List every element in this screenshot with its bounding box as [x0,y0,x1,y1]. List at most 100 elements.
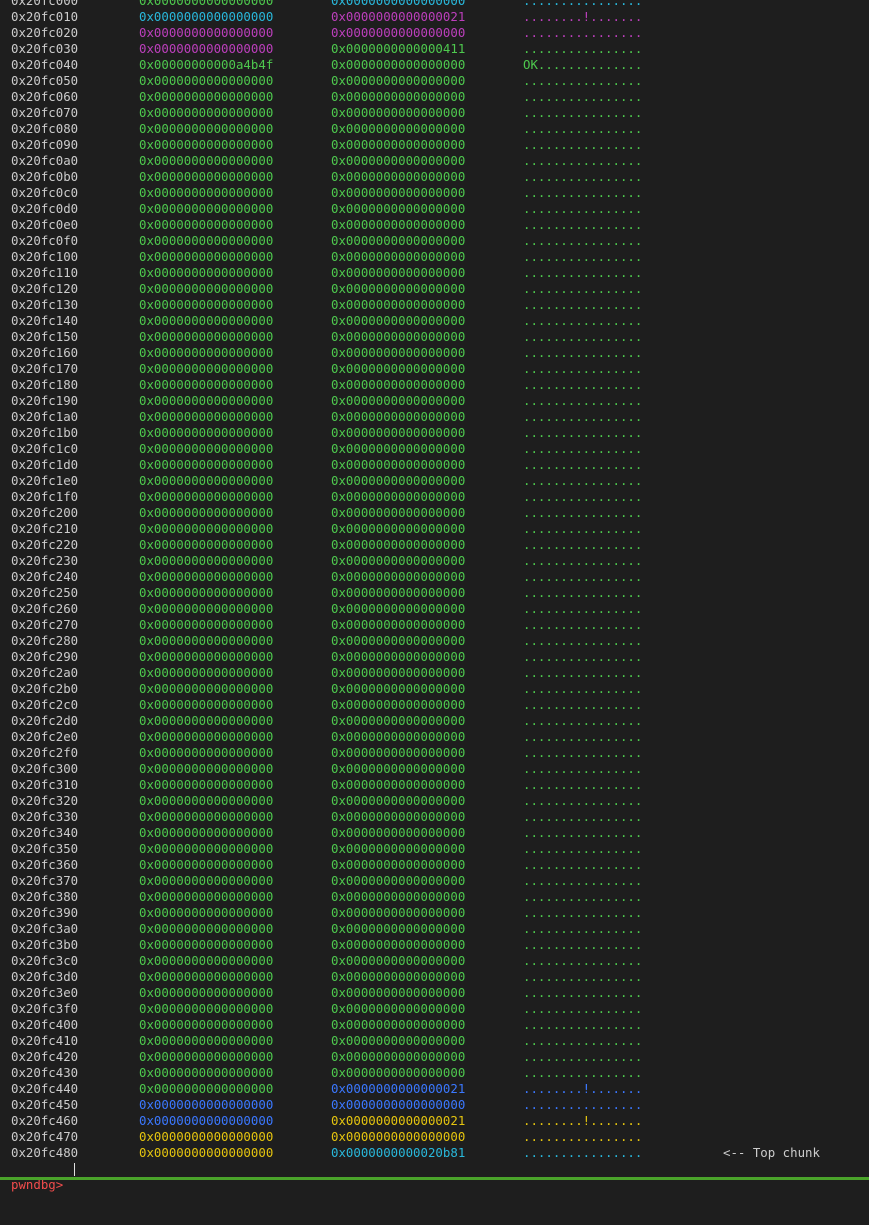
row-address: 0x20fc3b0 [11,937,79,952]
row-qword-2: 0x0000000000020b81 [331,1145,466,1160]
memory-row: 0x20fc0c0 0x0000000000000000 0x00000000000… [0,185,869,201]
row-ascii: ................ [523,1145,643,1160]
row-ascii: ................ [523,1065,643,1080]
row-ascii: ................ [523,361,643,376]
row-qword-1: 0x0000000000000000 [139,1033,274,1048]
row-qword-1: 0x0000000000000000 [139,393,274,408]
memory-row: 0x20fc0b0 0x0000000000000000 0x00000000000… [0,169,869,185]
row-address: 0x20fc030 [11,41,79,56]
row-address: 0x20fc040 [11,57,79,72]
row-qword-1: 0x0000000000000000 [139,1049,274,1064]
row-ascii: OK.............. [523,57,643,72]
row-ascii: ................ [523,345,643,360]
memory-row: 0x20fc390 0x0000000000000000 0x00000000000… [0,905,869,921]
row-qword-1: 0x0000000000000000 [139,73,274,88]
row-ascii: ................ [523,73,643,88]
row-qword-1: 0x0000000000000000 [139,9,274,24]
row-qword-2: 0x0000000000000000 [331,825,466,840]
row-address: 0x20fc390 [11,905,79,920]
memory-row: 0x20fc300 0x0000000000000000 0x00000000000… [0,761,869,777]
row-address: 0x20fc160 [11,345,79,360]
row-qword-2: 0x0000000000000000 [331,249,466,264]
row-ascii: ................ [523,393,643,408]
row-qword-2: 0x0000000000000000 [331,601,466,616]
row-ascii: ................ [523,617,643,632]
terminal-window[interactable]: 0x20fc000 0x0000000000000000 0x00000000000… [0,0,869,1192]
memory-row: 0x20fc3f0 0x0000000000000000 0x00000000000… [0,1001,869,1017]
row-qword-2: 0x0000000000000000 [331,857,466,872]
row-qword-1: 0x0000000000000000 [139,137,274,152]
row-qword-2: 0x0000000000000000 [331,457,466,472]
row-qword-2: 0x0000000000000000 [331,1065,466,1080]
memory-row: 0x20fc000 0x0000000000000000 0x00000000000… [0,0,869,9]
memory-row: 0x20fc140 0x0000000000000000 0x00000000000… [0,313,869,329]
row-qword-2: 0x0000000000000000 [331,937,466,952]
row-qword-2: 0x0000000000000000 [331,233,466,248]
row-ascii: ................ [523,489,643,504]
text-cursor[interactable] [74,1163,75,1176]
row-qword-1: 0x0000000000000000 [139,505,274,520]
row-qword-2: 0x0000000000000000 [331,473,466,488]
row-qword-1: 0x0000000000000000 [139,969,274,984]
row-qword-1: 0x0000000000000000 [139,745,274,760]
row-address: 0x20fc1e0 [11,473,79,488]
row-qword-2: 0x0000000000000000 [331,729,466,744]
memory-row: 0x20fc240 0x0000000000000000 0x00000000000… [0,569,869,585]
row-address: 0x20fc0e0 [11,217,79,232]
row-qword-1: 0x0000000000000000 [139,809,274,824]
row-qword-2: 0x0000000000000000 [331,137,466,152]
row-address: 0x20fc400 [11,1017,79,1032]
row-address: 0x20fc320 [11,793,79,808]
row-qword-2: 0x0000000000000000 [331,105,466,120]
row-ascii: ................ [523,217,643,232]
row-ascii: ................ [523,793,643,808]
row-qword-2: 0x0000000000000000 [331,25,466,40]
row-qword-1: 0x0000000000000000 [139,441,274,456]
memory-row: 0x20fc480 0x0000000000000000 0x00000000000… [0,1145,869,1161]
row-ascii: ................ [523,1049,643,1064]
row-qword-1: 0x0000000000000000 [139,937,274,952]
row-address: 0x20fc3c0 [11,953,79,968]
row-address: 0x20fc010 [11,9,79,24]
memory-row: 0x20fc2f0 0x0000000000000000 0x00000000000… [0,745,869,761]
row-ascii: ................ [523,473,643,488]
row-ascii: ................ [523,233,643,248]
memory-row: 0x20fc210 0x0000000000000000 0x00000000000… [0,521,869,537]
row-qword-1: 0x0000000000000000 [139,553,274,568]
row-ascii: ................ [523,857,643,872]
row-ascii: ................ [523,185,643,200]
row-qword-1: 0x0000000000000000 [139,569,274,584]
row-address: 0x20fc150 [11,329,79,344]
row-ascii: ................ [523,729,643,744]
row-qword-2: 0x0000000000000000 [331,889,466,904]
memory-row: 0x20fc370 0x0000000000000000 0x00000000000… [0,873,869,889]
row-qword-2: 0x0000000000000000 [331,793,466,808]
row-address: 0x20fc0a0 [11,153,79,168]
row-address: 0x20fc0c0 [11,185,79,200]
row-address: 0x20fc420 [11,1049,79,1064]
memory-row: 0x20fc420 0x0000000000000000 0x00000000000… [0,1049,869,1065]
row-address: 0x20fc480 [11,1145,79,1160]
row-qword-1: 0x0000000000000000 [139,985,274,1000]
row-qword-1: 0x0000000000000000 [139,601,274,616]
memory-row: 0x20fc230 0x0000000000000000 0x00000000000… [0,553,869,569]
row-qword-2: 0x0000000000000000 [331,1001,466,1016]
row-qword-2: 0x0000000000000000 [331,1033,466,1048]
command-line[interactable]: pwndbg> [0,1161,869,1192]
memory-row: 0x20fc040 0x00000000000a4b4f 0x00000000000… [0,57,869,73]
memory-row: 0x20fc2d0 0x0000000000000000 0x00000000000… [0,713,869,729]
row-address: 0x20fc130 [11,297,79,312]
memory-row: 0x20fc250 0x0000000000000000 0x00000000000… [0,585,869,601]
row-ascii: ................ [523,1017,643,1032]
row-address: 0x20fc340 [11,825,79,840]
row-address: 0x20fc300 [11,761,79,776]
row-address: 0x20fc1c0 [11,441,79,456]
memory-row: 0x20fc330 0x0000000000000000 0x00000000000… [0,809,869,825]
row-qword-2: 0x0000000000000000 [331,297,466,312]
row-qword-1: 0x0000000000000000 [139,585,274,600]
row-ascii: ................ [523,825,643,840]
memory-row: 0x20fc310 0x0000000000000000 0x00000000000… [0,777,869,793]
row-ascii: ................ [523,313,643,328]
row-ascii: ................ [523,89,643,104]
row-ascii: ................ [523,905,643,920]
